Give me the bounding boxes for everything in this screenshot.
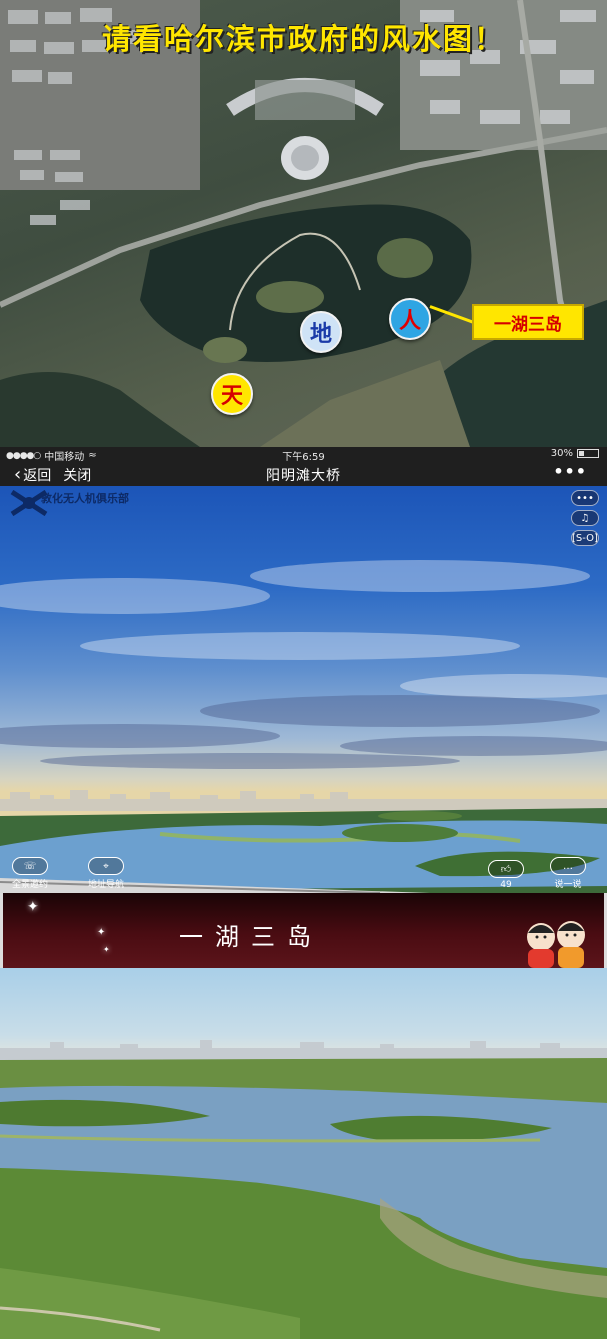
tour-invite-button[interactable]: ☏ 全景邀约 [12, 857, 48, 890]
status-time: 下午6:59 [282, 452, 325, 463]
badge-ren: 人 [389, 298, 431, 340]
close-button[interactable]: 关闭 [63, 465, 91, 485]
back-button[interactable]: ‹ 返回 [14, 465, 51, 485]
satellite-map-image [0, 0, 607, 447]
nav-bar: ‹ 返回 关闭 阳明滩大桥 ••• [0, 462, 607, 486]
phone-screenshot-panel: ●●●●○ 中国移动 ≈ 下午6:59 30% ‹ 返回 关闭 阳明滩大桥 ••… [0, 447, 607, 893]
panorama-image [0, 560, 607, 893]
battery-percent: 30% [550, 448, 573, 459]
music-toggle-button[interactable]: ♫ [571, 510, 599, 526]
tour-invite-label: 全景邀约 [12, 880, 49, 890]
lake-photo-panel [0, 968, 607, 1339]
back-label: 返回 [23, 468, 52, 484]
club-watermark: 敦化无人机俱乐部 [10, 490, 160, 516]
phone-icon: ☏ [12, 857, 48, 875]
banner-title: 一湖三岛 [179, 923, 323, 951]
cartoon-children-icon [527, 921, 585, 968]
club-name: 敦化无人机俱乐部 [41, 492, 129, 505]
like-count: 49 [500, 880, 512, 890]
satellite-map-panel: 请看哈尔滨市政府的风水图！ 天 地 人 一湖三岛 [0, 0, 607, 447]
location-pin-icon: ⌖ [88, 857, 124, 875]
callout-label: 一湖三岛 [472, 304, 584, 340]
badge-tian: 天 [211, 373, 253, 415]
address-nav-button[interactable]: ⌖ 地址导航 [88, 857, 124, 890]
comment-button[interactable]: … 说一说 [550, 857, 586, 890]
comment-label: 说一说 [554, 880, 582, 890]
map-title: 请看哈尔滨市政府的风水图！ [101, 22, 505, 56]
battery-icon [577, 449, 599, 458]
address-nav-label: 地址导航 [88, 880, 125, 890]
speech-bubble-icon: … [550, 857, 586, 875]
sparkle-icon: ✦ [27, 899, 39, 915]
status-bar: ●●●●○ 中国移动 ≈ 下午6:59 30% [0, 447, 607, 463]
lake-photo-image [0, 1040, 607, 1339]
thumbs-up-icon: 👍︎ [488, 860, 524, 878]
vr-mode-button[interactable]: [S-O] [571, 530, 599, 546]
chevron-left-icon: ‹ [14, 464, 22, 485]
pano-menu-button[interactable]: ••• [571, 490, 599, 506]
panorama-viewer[interactable]: 敦化无人机俱乐部 ••• ♫ [S-O] ☏ 全景邀约 ⌖ 地址导航 👍︎ 49… [0, 486, 607, 893]
sparkle-icon: ✦ [103, 945, 110, 954]
sparkle-icon: ✦ [97, 927, 106, 938]
like-button[interactable]: 👍︎ 49 [488, 860, 524, 890]
more-menu-button[interactable]: ••• [553, 462, 587, 481]
badge-di: 地 [300, 311, 342, 353]
club-logo-icon [10, 490, 48, 516]
section-banner: ✦ ✦ ✦ 一湖三岛 [0, 893, 607, 968]
